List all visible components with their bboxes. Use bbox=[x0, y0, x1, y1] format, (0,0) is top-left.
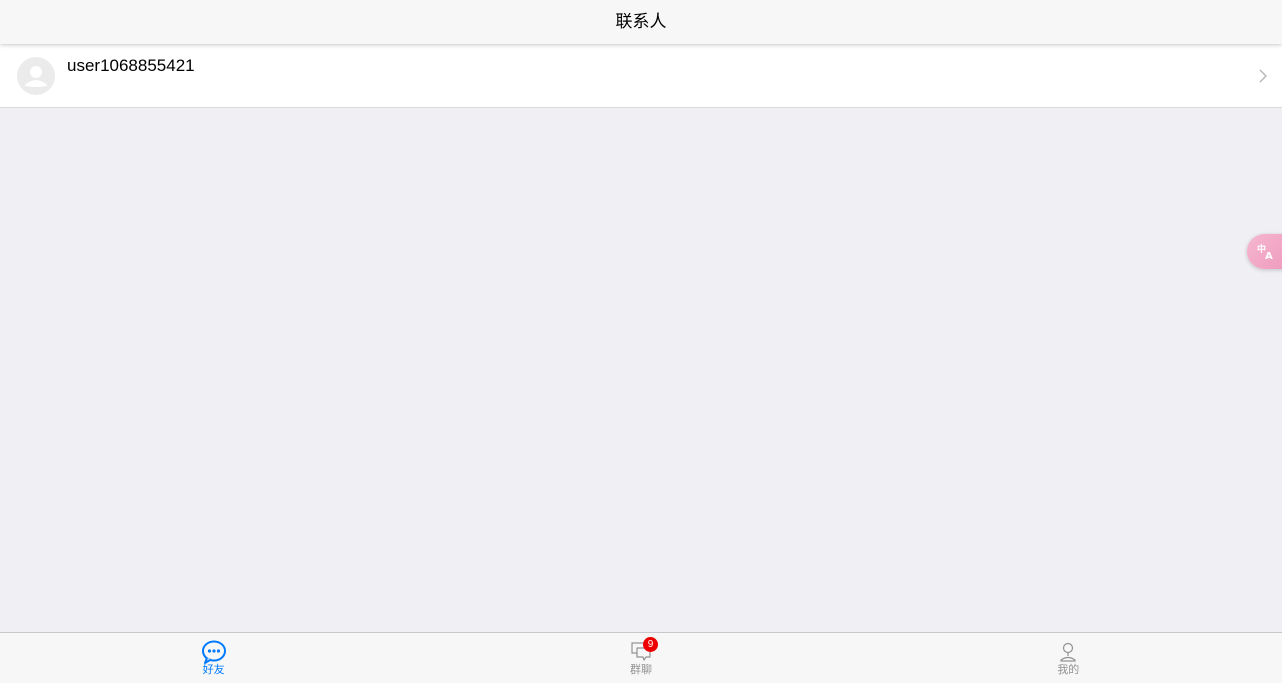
tab-friends[interactable]: 好友 bbox=[0, 633, 427, 683]
contact-name: user1068855421 bbox=[67, 56, 195, 75]
tab-group-chat[interactable]: 9 群聊 bbox=[427, 633, 854, 683]
default-avatar-icon bbox=[17, 57, 55, 95]
tab-label-friends: 好友 bbox=[202, 664, 225, 676]
tab-me[interactable]: 我的 bbox=[855, 633, 1282, 683]
page-title: 联系人 bbox=[615, 12, 667, 31]
tab-label-me: 我的 bbox=[1057, 664, 1080, 676]
nav-header: 联系人 bbox=[0, 0, 1282, 44]
svg-text:A: A bbox=[1265, 251, 1273, 262]
contact-list: user1068855421 bbox=[0, 44, 1282, 108]
chat-bubble-icon bbox=[201, 640, 226, 664]
translate-button[interactable]: 中 A bbox=[1247, 234, 1282, 269]
chevron-right-icon bbox=[1259, 69, 1267, 83]
person-icon bbox=[1060, 642, 1076, 662]
tab-bar: 好友 9 群聊 我的 bbox=[0, 632, 1282, 683]
tab-label-group-chat: 群聊 bbox=[629, 664, 652, 676]
unread-badge: 9 bbox=[642, 637, 658, 652]
app-root: 联系人 user1068855421 中 A 好友 9 群聊 我的 bbox=[0, 0, 1282, 683]
translate-icon: 中 A bbox=[1257, 243, 1273, 262]
list-item[interactable]: user1068855421 bbox=[0, 44, 1282, 107]
